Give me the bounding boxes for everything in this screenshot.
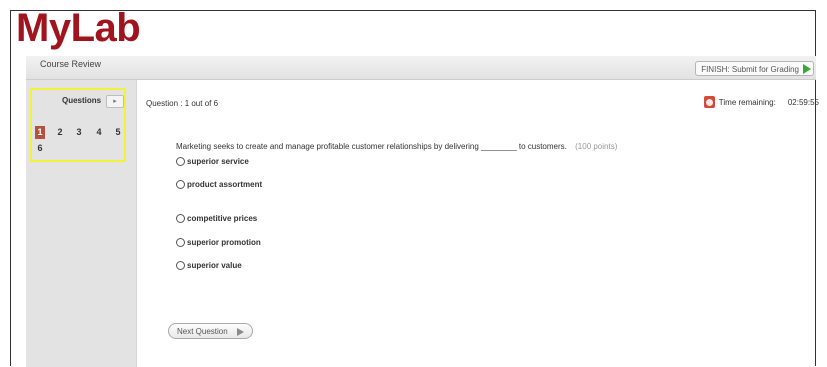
questions-panel: Questions ▸ 1 2 3 4 5 6 xyxy=(30,88,126,162)
arrow-right-icon xyxy=(236,328,244,336)
question-nav-6[interactable]: 6 xyxy=(35,142,45,155)
timer: Time remaining: 02:59:55 xyxy=(703,96,819,108)
question-text: Marketing seeks to create and manage pro… xyxy=(176,142,567,151)
question-nav-5[interactable]: 5 xyxy=(113,126,123,139)
answer-label: superior promotion xyxy=(187,238,261,247)
answer-label: competitive prices xyxy=(187,214,258,223)
content-divider xyxy=(136,80,137,367)
answer-option-1[interactable]: superior service xyxy=(176,157,249,166)
question-text-row: Marketing seeks to create and manage pro… xyxy=(176,142,617,151)
next-question-button[interactable]: Next Question xyxy=(168,323,253,339)
header-bar: Course Review FINISH: Submit for Grading xyxy=(26,56,816,80)
answer-option-3[interactable]: competitive prices xyxy=(176,214,257,223)
question-nav-1[interactable]: 1 xyxy=(35,126,45,139)
mylab-logo: MyLab xyxy=(16,6,141,50)
clock-icon xyxy=(703,96,715,108)
answer-label: superior service xyxy=(187,157,249,166)
answer-option-4[interactable]: superior promotion xyxy=(176,238,261,247)
answer-label: superior value xyxy=(187,261,242,270)
answer-option-2[interactable]: product assortment xyxy=(176,180,262,189)
answer-label: product assortment xyxy=(187,180,263,189)
next-question-label: Next Question xyxy=(177,327,228,336)
course-title: Course Review xyxy=(40,59,102,69)
radio-button[interactable] xyxy=(176,157,185,166)
radio-button[interactable] xyxy=(176,261,185,270)
finish-submit-button[interactable]: FINISH: Submit for Grading xyxy=(695,61,814,76)
finish-button-label: FINISH: Submit for Grading xyxy=(701,65,799,74)
question-nav-4[interactable]: 4 xyxy=(94,126,104,139)
radio-button[interactable] xyxy=(176,180,185,189)
arrow-right-icon xyxy=(803,64,811,74)
question-progress: Question : 1 out of 6 xyxy=(146,99,219,108)
question-points: (100 points) xyxy=(575,142,618,151)
timer-value: 02:59:55 xyxy=(787,97,819,107)
question-nav-3[interactable]: 3 xyxy=(74,126,84,139)
collapse-icon[interactable]: ▸ xyxy=(106,95,124,108)
answer-option-5[interactable]: superior value xyxy=(176,261,242,270)
timer-label: Time remaining: xyxy=(718,97,776,107)
sidebar: Questions ▸ 1 2 3 4 5 6 xyxy=(26,80,136,367)
radio-button[interactable] xyxy=(176,214,185,223)
questions-header: Questions xyxy=(62,96,102,105)
radio-button[interactable] xyxy=(176,238,185,247)
question-nav-2[interactable]: 2 xyxy=(55,126,65,139)
